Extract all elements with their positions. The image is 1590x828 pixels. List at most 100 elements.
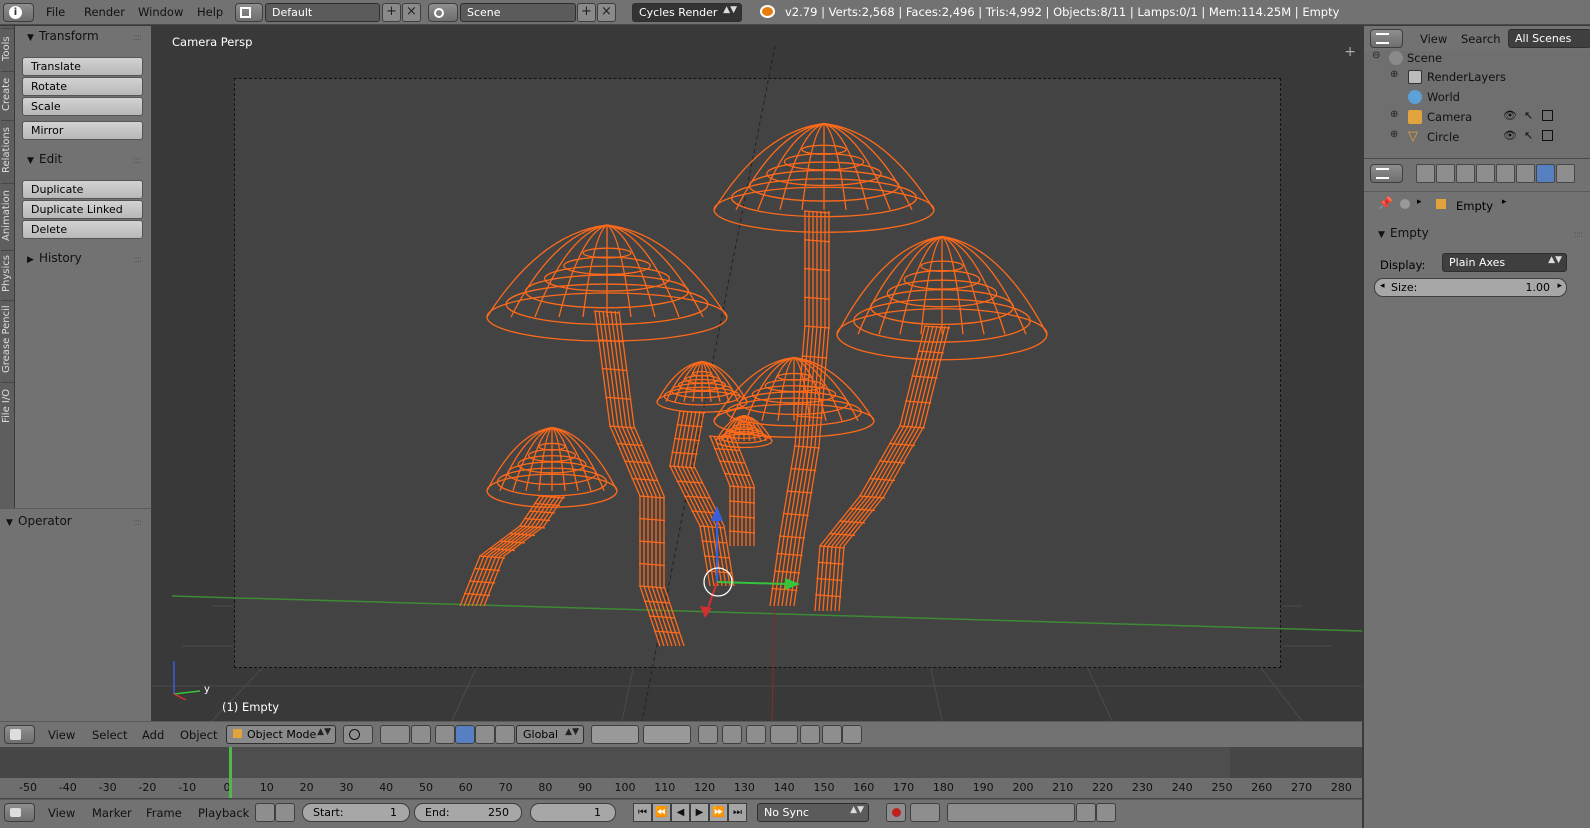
- menu-file[interactable]: File: [46, 5, 65, 19]
- 3d-viewport[interactable]: Camera Persp y (1) Empty +: [152, 26, 1362, 721]
- world-tab-icon[interactable]: [1476, 164, 1495, 183]
- object-tab-icon[interactable]: [1496, 164, 1515, 183]
- menu-frame[interactable]: Frame: [146, 806, 182, 820]
- preview-range-icon[interactable]: [255, 803, 275, 822]
- translate-button[interactable]: Translate: [22, 57, 143, 76]
- render-engine-dropdown[interactable]: Cycles Render ▲▼: [632, 3, 742, 22]
- mirror-button[interactable]: Mirror: [22, 121, 143, 140]
- tab-physics[interactable]: Physics: [1, 250, 14, 296]
- menu-window[interactable]: Window: [138, 5, 183, 19]
- next-keyframe-icon[interactable]: ⏩: [709, 803, 728, 822]
- scene-icon[interactable]: [428, 3, 458, 22]
- scene-layers-2-icon[interactable]: [643, 725, 691, 744]
- lock-layers-icon[interactable]: [698, 725, 718, 744]
- expand-icon[interactable]: ⊕: [1390, 129, 1398, 140]
- insert-keyframe-icon[interactable]: [1076, 803, 1096, 822]
- drag-grip-icon[interactable]: ::::: [133, 33, 142, 43]
- timeline-area[interactable]: -50 -40 -30 -20 -10 0 10 20 30 40 50 60 70 80 90 100 110…: [0, 747, 1362, 799]
- mode-dropdown[interactable]: Object Mode ▲▼: [226, 725, 336, 744]
- screen-layout-icon[interactable]: [235, 3, 263, 22]
- menu-add[interactable]: Add: [142, 728, 164, 742]
- selectable-cursor-icon[interactable]: ↖: [1524, 109, 1533, 122]
- add-layout-button[interactable]: +: [382, 3, 401, 22]
- visibility-eye-icon[interactable]: 👁: [1503, 109, 1517, 122]
- record-keyframe-icon[interactable]: [886, 803, 906, 822]
- proportional-edit-icon[interactable]: [722, 725, 742, 744]
- collapse-icon[interactable]: ⊖: [1372, 50, 1380, 61]
- scene-tab-icon[interactable]: [1456, 164, 1475, 183]
- outliner-row-renderlayers[interactable]: ⊕ RenderLayers: [1364, 67, 1564, 86]
- render-tab-icon[interactable]: [1416, 164, 1435, 183]
- visibility-eye-icon[interactable]: 👁: [1503, 129, 1517, 142]
- menu-playback[interactable]: Playback: [198, 806, 249, 820]
- tab-animation[interactable]: Animation: [1, 183, 14, 247]
- menu-render[interactable]: Render: [84, 5, 125, 19]
- screen-layout-field[interactable]: Default: [265, 3, 380, 22]
- scale-button[interactable]: Scale: [22, 97, 143, 116]
- add-scene-button[interactable]: +: [577, 3, 596, 22]
- selectable-cursor-icon[interactable]: ↖: [1524, 129, 1533, 142]
- display-type-dropdown[interactable]: Plain Axes ▲▼: [1442, 253, 1567, 272]
- render-layers-tab-icon[interactable]: [1436, 164, 1455, 183]
- prev-keyframe-icon[interactable]: ⏪: [652, 803, 671, 822]
- play-reverse-icon[interactable]: ◀: [671, 803, 690, 822]
- current-frame-field[interactable]: 1: [530, 803, 616, 822]
- empty-panel-header[interactable]: ▼ Empty: [1378, 226, 1429, 240]
- scene-field[interactable]: Scene: [460, 3, 576, 22]
- editor-type-button[interactable]: [4, 725, 35, 744]
- play-icon[interactable]: ▶: [690, 803, 709, 822]
- manipulator-toggle-icon[interactable]: [411, 725, 431, 744]
- transform-orientation-dropdown[interactable]: Global ▲▼: [516, 725, 584, 744]
- menu-object[interactable]: Object: [180, 728, 217, 742]
- renderable-camera-icon[interactable]: [1542, 110, 1553, 121]
- constraints-tab-icon[interactable]: [1516, 164, 1535, 183]
- render-animation-icon[interactable]: [842, 725, 862, 744]
- editor-type-button[interactable]: [1370, 164, 1403, 183]
- editor-type-button[interactable]: [1370, 29, 1403, 48]
- menu-help[interactable]: Help: [197, 5, 223, 19]
- menu-search[interactable]: Search: [1461, 32, 1501, 46]
- jump-start-icon[interactable]: ⏮: [633, 803, 652, 822]
- scale-manipulator-icon[interactable]: [475, 725, 495, 744]
- drag-grip-icon[interactable]: ::::: [133, 156, 142, 166]
- size-field[interactable]: ◂ Size: 1.00 ▸: [1374, 278, 1567, 297]
- outliner-row-circle[interactable]: ⊕ ▽ Circle 👁 ↖: [1364, 127, 1590, 146]
- outliner-row-world[interactable]: World: [1364, 87, 1564, 106]
- rotate-manipulator-icon[interactable]: [455, 725, 475, 744]
- active-keying-set-field[interactable]: [947, 803, 1075, 822]
- drag-grip-icon[interactable]: ::::: [1574, 230, 1583, 240]
- transform-panel-header[interactable]: ▼ Transform: [27, 29, 99, 43]
- render-image-icon[interactable]: [822, 725, 842, 744]
- menu-view[interactable]: View: [48, 728, 75, 742]
- start-frame-field[interactable]: Start: 1: [302, 803, 410, 822]
- manipulator-extra-icon[interactable]: [495, 725, 515, 744]
- menu-select[interactable]: Select: [92, 728, 127, 742]
- editor-type-button[interactable]: [4, 803, 35, 822]
- end-frame-field[interactable]: End: 250: [414, 803, 522, 822]
- menu-marker[interactable]: Marker: [92, 806, 132, 820]
- increment-arrow-icon[interactable]: ▸: [1557, 281, 1562, 291]
- history-panel-header[interactable]: ▶ History: [27, 251, 82, 265]
- tab-tools[interactable]: Tools: [1, 28, 14, 68]
- tab-file-io[interactable]: File I/O: [1, 382, 14, 428]
- display-mode-dropdown[interactable]: All Scenes: [1508, 29, 1590, 48]
- jump-end-icon[interactable]: ⏭: [728, 803, 747, 822]
- translate-manipulator-icon[interactable]: [435, 725, 455, 744]
- renderable-camera-icon[interactable]: [1542, 130, 1553, 141]
- snap-target-icon[interactable]: [800, 725, 820, 744]
- operator-panel-header[interactable]: ▼ Operator: [6, 514, 72, 528]
- snap-element-icon[interactable]: [770, 725, 798, 744]
- expand-icon[interactable]: ⊕: [1390, 109, 1398, 120]
- outliner-row-scene[interactable]: ⊖ Scene: [1364, 48, 1564, 67]
- rotate-button[interactable]: Rotate: [22, 77, 143, 96]
- decrement-arrow-icon[interactable]: ◂: [1380, 281, 1385, 291]
- duplicate-button[interactable]: Duplicate: [22, 180, 143, 199]
- duplicate-linked-button[interactable]: Duplicate Linked: [22, 200, 143, 219]
- empty-data-tab-icon[interactable]: [1536, 164, 1555, 183]
- tab-grease-pencil[interactable]: Grease Pencil: [1, 300, 14, 378]
- frame-ruler[interactable]: -50 -40 -30 -20 -10 0 10 20 30 40 50 60 70 80 90 100 110…: [0, 778, 1362, 798]
- edit-panel-header[interactable]: ▼ Edit: [27, 152, 62, 166]
- sync-dropdown[interactable]: No Sync ▲▼: [757, 803, 869, 822]
- menu-view[interactable]: View: [1420, 32, 1447, 46]
- scene-layers-1-icon[interactable]: [591, 725, 639, 744]
